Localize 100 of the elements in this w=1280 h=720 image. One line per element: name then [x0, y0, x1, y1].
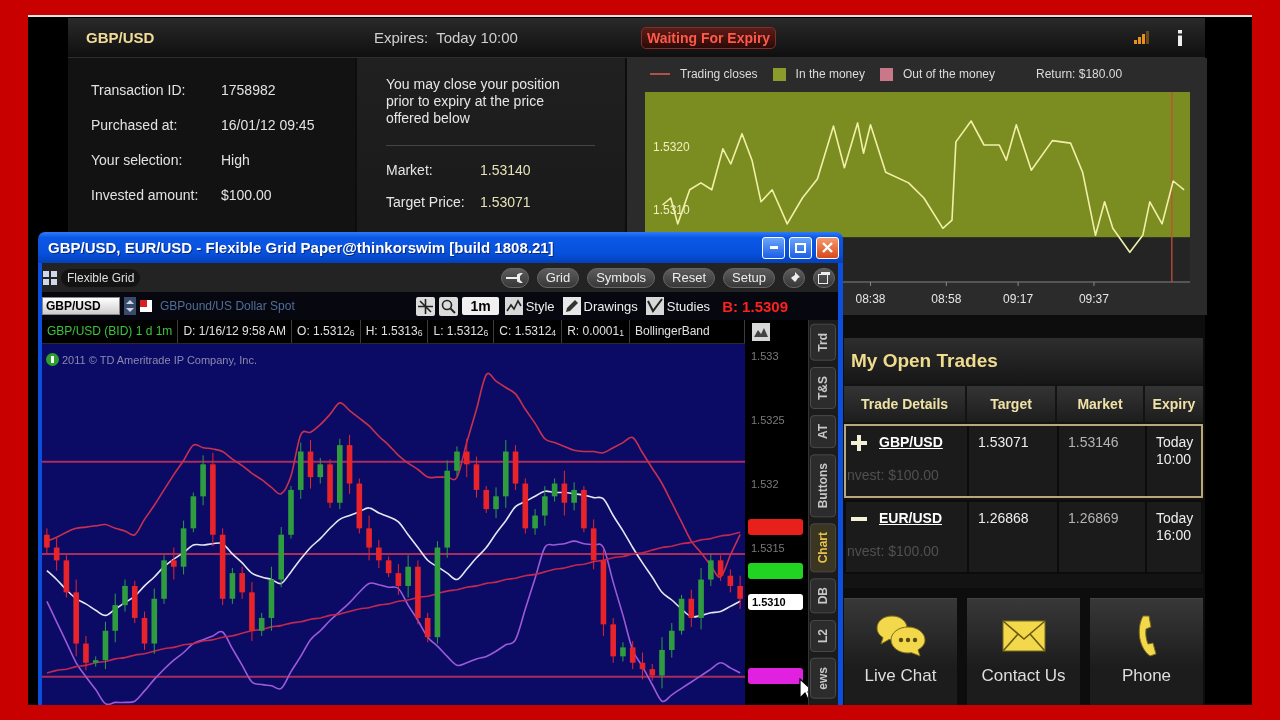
contact-button[interactable]: Contact Us — [967, 598, 1080, 705]
candle — [239, 566, 245, 600]
detail-label: Invested amount: — [91, 186, 200, 203]
candle — [297, 442, 304, 500]
panel-title: My Open Trades — [844, 338, 1203, 384]
candle — [141, 611, 148, 651]
minimize-button[interactable] — [762, 236, 785, 259]
expires-value: Today 10:00 — [436, 29, 518, 46]
candle — [454, 445, 460, 477]
candle — [678, 594, 685, 636]
detail-value: 1758982 — [221, 81, 277, 98]
drawings-button[interactable]: Drawings — [560, 297, 640, 315]
candle — [522, 477, 529, 534]
bid-price: B: 1.5309 — [722, 297, 788, 315]
zoom-button[interactable] — [439, 296, 459, 316]
quote-field: R: 0.0001$_{1}$ — [562, 320, 630, 343]
candle — [424, 612, 431, 643]
detail-label: Your selection: — [91, 151, 184, 168]
target-value: 1.53071 — [978, 434, 1029, 450]
candle — [473, 456, 480, 499]
candle — [483, 485, 490, 514]
detail-value: 16/01/12 09:45 — [221, 116, 316, 133]
candle — [590, 518, 597, 570]
candle — [493, 486, 499, 519]
candle — [551, 477, 558, 502]
price-label: 1.5310 — [748, 594, 803, 610]
candle — [44, 527, 50, 555]
crosshair-button[interactable] — [416, 296, 436, 316]
candle — [415, 559, 421, 625]
close-note: You may close your position prior to expiry at the price offered below — [386, 76, 561, 127]
side-tab[interactable]: Chart — [810, 523, 836, 573]
studies-button[interactable]: Studies — [643, 297, 713, 315]
legend-label: Trading closes — [680, 67, 758, 81]
candle — [561, 470, 568, 517]
envelope-icon — [1001, 620, 1046, 652]
pair-title: GBP/USD — [86, 29, 156, 46]
candle — [346, 434, 353, 495]
candle — [229, 567, 236, 605]
candle — [688, 589, 695, 628]
quote-field: O: 1.5312$_{6}$ — [292, 320, 361, 343]
copyright-text: 2011 © TD Ameritrade IP Company, Inc. — [62, 353, 257, 366]
quote-field: BollingerBand — [630, 320, 745, 343]
contact-button[interactable]: Phone — [1090, 598, 1203, 705]
x-axis-label: 08:38 — [855, 292, 886, 306]
grid-icon — [43, 270, 57, 285]
maximize-button[interactable] — [789, 236, 812, 259]
x-axis-label: 09:17 — [1003, 292, 1034, 306]
pin-button[interactable] — [783, 267, 805, 288]
aggregation-button[interactable]: 1m — [462, 297, 499, 315]
square-icon — [140, 300, 152, 312]
candle — [112, 593, 119, 643]
candle — [376, 539, 382, 569]
symbol-field[interactable]: GBP/USD — [42, 297, 120, 315]
candle — [317, 457, 324, 485]
side-tab[interactable]: T&S — [810, 366, 836, 409]
side-tab[interactable]: Buttons — [810, 453, 836, 518]
candle — [92, 655, 99, 668]
style-button[interactable]: Style — [502, 297, 557, 315]
toolbar-button[interactable]: Reset — [663, 267, 715, 288]
detail-label: Transaction ID: — [91, 81, 187, 98]
side-tab[interactable]: Trd — [810, 324, 836, 361]
pencil-icon — [562, 297, 581, 315]
candle — [63, 554, 70, 598]
minimize-icon — [769, 246, 778, 249]
toolbar-button[interactable]: Symbols — [587, 267, 656, 288]
side-tab[interactable]: AT — [810, 414, 836, 448]
symbol-info: GBP/USD (BID) 1 d 1m — [42, 320, 179, 343]
detail-label: Purchased at: — [91, 116, 179, 133]
side-tab[interactable]: DB — [810, 578, 836, 614]
candle — [180, 520, 187, 575]
target-value: 1.26868 — [978, 510, 1029, 526]
side-tab[interactable]: ews — [810, 657, 836, 699]
axis-label: 1.5325 — [751, 413, 785, 426]
candle — [122, 579, 128, 613]
legend-label: In the money — [795, 67, 865, 81]
candle — [151, 588, 158, 655]
close-button[interactable] — [816, 236, 839, 259]
price-label: Market: — [386, 162, 434, 178]
window-title: GBP/USD, EUR/USD - Flexible Grid Paper@thinkorswim [build 1808.21] — [48, 239, 555, 256]
side-tab[interactable]: L2 — [810, 619, 836, 652]
candle — [385, 556, 392, 578]
candle — [327, 458, 333, 509]
candle — [512, 444, 519, 491]
expires-label: Expires: — [374, 29, 429, 46]
line-chart-icon — [504, 297, 523, 315]
window-button[interactable] — [813, 267, 835, 288]
window-icon — [818, 271, 830, 284]
toolbar-button[interactable]: Setup — [723, 267, 775, 288]
candle — [337, 438, 343, 510]
candle — [190, 492, 197, 533]
candle — [161, 554, 167, 605]
column-header: Trade Details — [844, 386, 965, 422]
toolbar-button[interactable]: Grid — [536, 267, 580, 288]
pair-link[interactable]: EUR/USD — [879, 510, 942, 527]
contact-button[interactable]: Live Chat — [844, 598, 957, 705]
tools-button[interactable] — [500, 267, 529, 288]
quote-field: D: 1/16/12 9:58 AM — [178, 320, 293, 343]
candle — [249, 581, 255, 642]
wrench-icon — [505, 272, 524, 283]
pair-link[interactable]: GBP/USD — [879, 434, 943, 451]
